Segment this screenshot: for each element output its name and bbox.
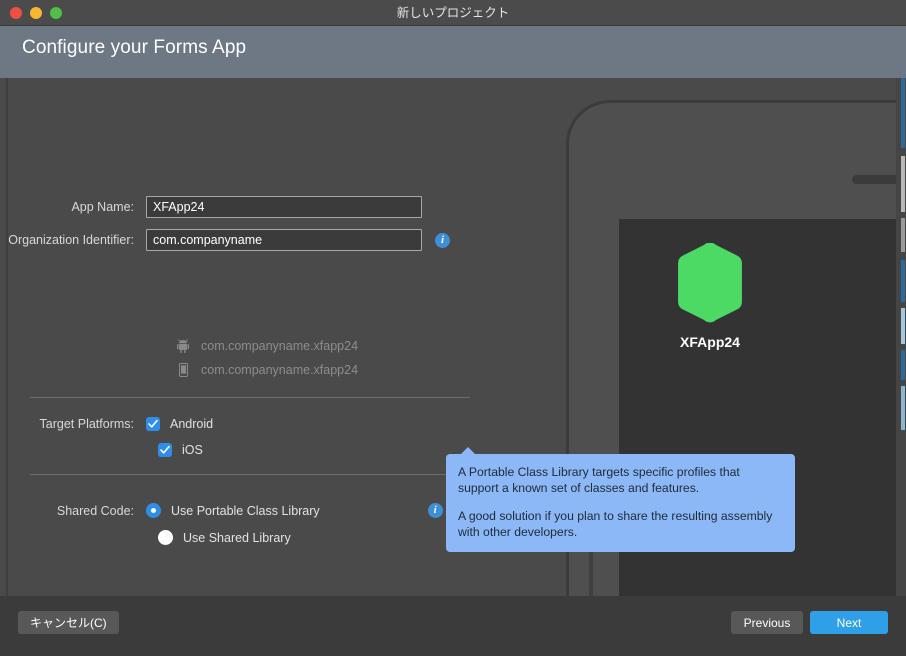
wizard-header: Configure your Forms App [0, 26, 906, 78]
shared-library-label: Use Shared Library [183, 530, 291, 545]
ios-platform-row: iOS [146, 443, 203, 457]
app-icon-tile: XFApp24 [655, 243, 765, 350]
organization-identifier-label: Organization Identifier: [8, 233, 134, 247]
title-bar: 新しいプロジェクト [0, 0, 906, 26]
target-platforms-row: Target Platforms: Android [0, 417, 213, 431]
divider-top [30, 397, 470, 398]
window-title: 新しいプロジェクト [396, 6, 510, 20]
cancel-button[interactable]: キャンセル(C) [18, 611, 119, 634]
shared-code-label: Shared Code: [56, 503, 134, 518]
shared-code-tooltip: A Portable Class Library targets specifi… [446, 447, 795, 552]
ios-checkbox-label: iOS [182, 443, 203, 457]
app-name-row: App Name: [0, 196, 422, 218]
ios-bundle-id: com.companyname.xfapp24 [201, 363, 359, 377]
page-title: Configure your Forms App [22, 37, 247, 58]
ios-phone-icon [175, 363, 191, 377]
android-checkbox-label: Android [170, 417, 214, 431]
app-icon-label: XFApp24 [680, 334, 740, 350]
shared-code-info-icon[interactable]: i [427, 503, 443, 518]
portable-class-library-label: Use Portable Class Library [171, 503, 320, 518]
info-icon[interactable]: i [435, 232, 450, 248]
divider-bottom [30, 474, 470, 475]
previous-button[interactable]: Previous [731, 611, 803, 634]
hexagon-app-icon [678, 243, 742, 323]
portable-class-library-radio[interactable] [146, 503, 161, 518]
organization-identifier-input[interactable] [146, 229, 422, 251]
app-name-input[interactable] [146, 196, 422, 218]
organization-identifier-row: Organization Identifier: i [0, 229, 450, 251]
shared-library-radio[interactable] [158, 530, 173, 545]
next-button[interactable]: Next [810, 611, 888, 634]
tooltip-paragraph-1: A Portable Class Library targets specifi… [458, 465, 740, 495]
android-bundle-preview-row: com.companyname.xfapp24 [175, 339, 358, 353]
target-platforms-label: Target Platforms: [39, 417, 134, 431]
shared-code-row: Shared Code: Use Portable Class Library … [0, 503, 443, 518]
shared-library-row: Use Shared Library [146, 530, 291, 545]
android-bundle-id: com.companyname.xfapp24 [201, 339, 359, 353]
ios-bundle-preview-row: com.companyname.xfapp24 [175, 363, 358, 377]
ios-checkbox[interactable] [158, 443, 172, 457]
new-project-wizard-window: 新しいプロジェクト Configure your Forms App XFApp… [0, 0, 906, 656]
android-robot-icon [175, 339, 191, 353]
editor-scrollbar[interactable] [896, 78, 906, 596]
android-checkbox[interactable] [146, 417, 160, 431]
tooltip-paragraph-2: A good solution if you plan to share the… [458, 509, 773, 539]
app-name-label: App Name: [71, 200, 134, 214]
